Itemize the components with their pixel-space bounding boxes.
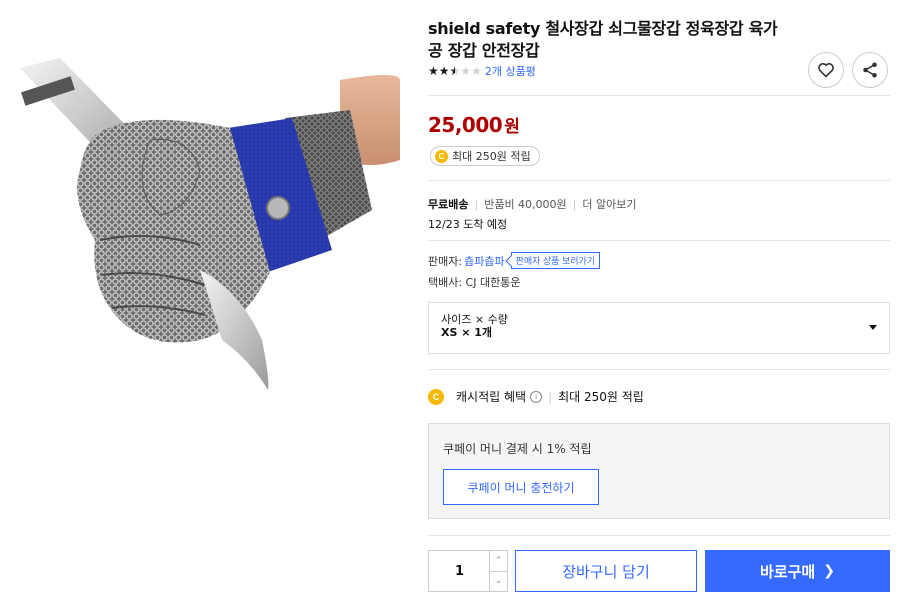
quantity-down-button[interactable]: ⌄ bbox=[490, 572, 507, 592]
seller-row: 판매자: 츕파츕파 판매자 상품 보러가기 bbox=[428, 252, 601, 269]
coupay-charge-button[interactable]: 쿠페이 머니 충전하기 bbox=[443, 469, 599, 505]
product-info: shield safety 철사장갑 쇠그물장갑 정육장갑 육가공 장갑 안전장… bbox=[428, 18, 890, 88]
free-shipping-label: 무료배송 bbox=[428, 198, 469, 211]
coupay-box: 쿠페이 머니 결제 시 1% 적립 쿠페이 머니 충전하기 bbox=[428, 423, 890, 519]
chevron-right-icon: ❯ bbox=[823, 563, 835, 579]
star-icon: ★ bbox=[438, 64, 450, 78]
star-empty-icon: ★ bbox=[460, 64, 472, 78]
cashback-value: 최대 250원 적립 bbox=[558, 390, 644, 404]
cashback-label: 캐시적립 혜택 bbox=[456, 390, 527, 404]
buy-now-button[interactable]: 바로구매 ❯ bbox=[705, 550, 890, 592]
seller-products-button[interactable]: 판매자 상품 보러가기 bbox=[510, 252, 601, 269]
shipping-row: 무료배송 | 반품비 40,000원 | 더 알아보기 bbox=[428, 196, 637, 212]
wishlist-button[interactable] bbox=[808, 52, 844, 88]
buy-now-label: 바로구매 bbox=[760, 562, 816, 581]
coin-icon: C bbox=[435, 149, 448, 163]
quantity-input[interactable] bbox=[429, 551, 489, 591]
shipping-more-link[interactable]: 더 알아보기 bbox=[582, 196, 636, 212]
coin-icon: C bbox=[428, 388, 444, 405]
price-amount: 25,000 bbox=[428, 113, 503, 137]
star-empty-icon: ★ bbox=[471, 64, 482, 78]
info-icon[interactable]: i bbox=[530, 390, 543, 403]
product-title: shield safety 철사장갑 쇠그물장갑 정육장갑 육가공 장갑 안전장… bbox=[428, 19, 778, 60]
share-button[interactable] bbox=[852, 52, 888, 88]
divider bbox=[428, 95, 890, 96]
share-icon bbox=[863, 62, 877, 78]
cash-reward-badge: C 최대 250원 적립 bbox=[430, 146, 540, 166]
star-half-icon: ★ bbox=[449, 64, 461, 78]
price: 25,000 원 bbox=[428, 112, 520, 137]
coupay-text: 쿠페이 머니 결제 시 1% 적립 bbox=[443, 442, 592, 456]
divider bbox=[428, 369, 890, 370]
rating-stars: ★ ★ ★ ★ ★ bbox=[428, 65, 482, 77]
price-unit: 원 bbox=[504, 117, 520, 137]
divider bbox=[428, 535, 890, 536]
cashback-row: C 캐시적립 혜택 i | 최대 250원 적립 bbox=[428, 388, 644, 405]
quantity-stepper: ⌃ ⌄ bbox=[428, 550, 508, 592]
arrival-date: 12/23 도착 예정 bbox=[428, 218, 508, 231]
carrier: 택배사: CJ 대한통운 bbox=[428, 276, 521, 289]
product-image bbox=[20, 58, 400, 390]
quantity-steppers: ⌃ ⌄ bbox=[489, 551, 507, 591]
heart-icon bbox=[818, 63, 834, 78]
seller-name-link[interactable]: 츕파츕파 bbox=[464, 253, 504, 269]
option-value: XS × 1개 bbox=[441, 326, 493, 339]
divider bbox=[428, 240, 890, 241]
caret-down-icon bbox=[869, 325, 877, 330]
star-icon: ★ bbox=[428, 64, 439, 78]
seller-label: 판매자: bbox=[428, 254, 463, 268]
cash-reward-text: 최대 250원 적립 bbox=[452, 150, 531, 163]
option-select[interactable]: 사이즈 × 수량 XS × 1개 bbox=[428, 302, 890, 354]
option-label: 사이즈 × 수량 bbox=[441, 313, 508, 326]
quantity-up-button[interactable]: ⌃ bbox=[490, 551, 507, 572]
add-to-cart-button[interactable]: 장바구니 담기 bbox=[515, 550, 697, 592]
divider bbox=[428, 180, 890, 181]
review-count-link[interactable]: 2개 상품평 bbox=[485, 63, 536, 79]
return-fee: 반품비 40,000원 bbox=[484, 198, 567, 211]
